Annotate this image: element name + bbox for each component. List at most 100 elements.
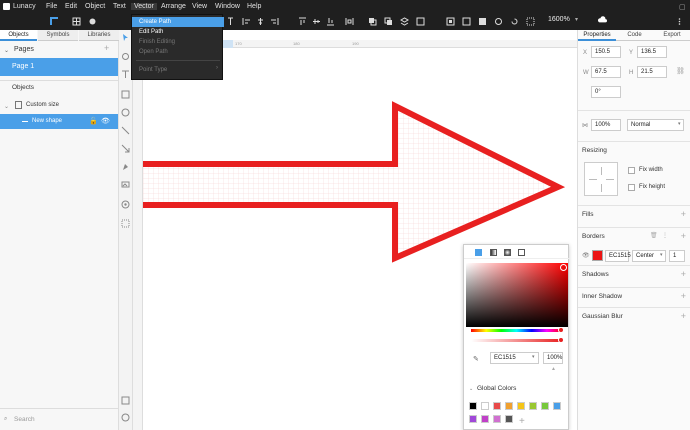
fix-height-checkbox[interactable] [628, 184, 635, 191]
pen-tool-icon[interactable] [121, 162, 130, 171]
align-center-icon[interactable] [256, 17, 265, 26]
opacity-field[interactable]: 100% [591, 119, 621, 131]
add-fill-icon[interactable]: + [681, 209, 686, 219]
bring-forward-icon[interactable] [368, 17, 377, 26]
lock-icon[interactable]: 🔓 [89, 117, 98, 125]
border-visibility-eye-icon[interactable]: 👁 [582, 252, 590, 259]
picker-opacity-field[interactable]: 100% [543, 352, 563, 364]
page-item-page1[interactable]: Page 1 [0, 58, 118, 76]
search-input[interactable]: Search [14, 416, 35, 423]
artboard-tool-icon[interactable] [121, 52, 130, 61]
add-inner-shadow-icon[interactable]: + [681, 291, 686, 301]
align-left-icon[interactable] [242, 17, 251, 26]
text-tool-icon[interactable] [121, 70, 130, 79]
image-tool-icon[interactable] [121, 180, 130, 189]
help-tool-icon[interactable] [121, 413, 130, 422]
layers-icon[interactable] [400, 17, 409, 26]
global-color-swatch[interactable] [481, 415, 489, 423]
radial-gradient-icon[interactable] [504, 249, 511, 256]
menu-arrange[interactable]: Arrange [161, 3, 186, 10]
rectangle-tool-icon[interactable] [121, 90, 130, 99]
saturation-brightness-area[interactable] [466, 263, 568, 327]
layer-row-new-shape[interactable]: New shape 🔓 👁 [0, 114, 118, 129]
cloud-upload-icon[interactable] [598, 15, 609, 24]
tab-objects[interactable]: Objects [0, 30, 37, 41]
global-color-swatch[interactable] [505, 402, 513, 410]
menu-help[interactable]: Help [247, 3, 261, 10]
boolean-union-icon[interactable] [446, 17, 455, 26]
send-backward-icon[interactable] [384, 17, 393, 26]
global-color-swatch[interactable] [481, 402, 489, 410]
symbol-tool-icon[interactable] [121, 200, 130, 209]
add-blur-icon[interactable]: + [681, 311, 686, 321]
grid-icon[interactable] [72, 17, 81, 26]
add-border-icon[interactable]: + [681, 231, 686, 241]
resizing-widget[interactable] [584, 162, 618, 196]
tab-export[interactable]: Export [653, 30, 690, 41]
group-chevron-icon[interactable]: ⌄ [4, 103, 9, 110]
boolean-intersect-icon[interactable] [478, 17, 487, 26]
hue-handle[interactable] [558, 327, 564, 333]
solid-fill-icon[interactable] [475, 249, 482, 256]
pages-chevron-icon[interactable]: ⌄ [4, 47, 9, 54]
width-field[interactable]: 67.5 [591, 66, 621, 78]
tab-properties[interactable]: Properties [578, 30, 616, 41]
pointer-tool-icon[interactable] [121, 33, 130, 42]
line-tool-icon[interactable] [121, 126, 130, 135]
hue-slider[interactable] [471, 327, 564, 333]
slice-tool-icon[interactable] [121, 396, 130, 405]
mask-icon[interactable] [526, 17, 535, 26]
eyedropper-icon[interactable]: ✎ [473, 355, 479, 363]
global-color-swatch[interactable] [517, 402, 525, 410]
menu-item-create-path[interactable]: Create Path [132, 17, 224, 27]
height-field[interactable]: 21.5 [637, 66, 667, 78]
menu-edit[interactable]: Edit [65, 3, 77, 10]
global-color-swatch[interactable] [469, 415, 477, 423]
y-field[interactable]: 136.5 [637, 46, 667, 58]
menu-vector[interactable]: Vector [131, 3, 157, 10]
oval-tool-icon[interactable] [121, 108, 130, 117]
border-width-field[interactable]: 1 [669, 250, 685, 262]
menu-file[interactable]: File [46, 3, 57, 10]
fix-width-checkbox[interactable] [628, 167, 635, 174]
distribute-icon[interactable] [345, 17, 354, 26]
global-colors-chevron-icon[interactable]: ⌄ [469, 386, 473, 392]
align-top-icon[interactable] [298, 17, 307, 26]
global-color-swatch[interactable] [553, 402, 561, 410]
add-shadow-icon[interactable]: + [681, 269, 686, 279]
rotation-field[interactable]: 0° [591, 86, 621, 98]
align-right-icon[interactable] [270, 17, 279, 26]
align-bottom-icon[interactable] [326, 17, 335, 26]
rotate-icon[interactable] [510, 17, 519, 26]
linear-gradient-icon[interactable] [490, 249, 497, 256]
arrange-icon[interactable] [416, 17, 425, 26]
border-color-swatch[interactable] [592, 250, 603, 261]
zoom-level[interactable]: 1600% [548, 16, 570, 23]
menu-item-edit-path[interactable]: Edit Path [132, 27, 224, 37]
global-color-swatch[interactable] [469, 402, 477, 410]
global-color-swatch[interactable] [493, 415, 501, 423]
blend-mode-select[interactable]: Normal [627, 119, 684, 131]
boolean-subtract-icon[interactable] [462, 17, 471, 26]
alpha-handle[interactable] [558, 337, 564, 343]
image-fill-icon[interactable] [518, 249, 525, 256]
x-field[interactable]: 150.5 [591, 46, 621, 58]
arrow-tool-icon[interactable] [121, 144, 130, 153]
tab-libraries[interactable]: Libraries [79, 30, 119, 41]
shapes-icon[interactable] [88, 17, 97, 26]
add-global-color-icon[interactable]: + [519, 416, 525, 427]
global-color-swatch[interactable] [505, 415, 513, 423]
link-icon[interactable]: ⛓ [676, 67, 685, 75]
alpha-slider[interactable] [471, 337, 564, 343]
zoom-dropdown-icon[interactable]: ▾ [575, 16, 578, 23]
menu-view[interactable]: View [192, 3, 207, 10]
hotspot-tool-icon[interactable] [121, 219, 130, 228]
flip-icon[interactable] [494, 17, 503, 26]
tab-code[interactable]: Code [616, 30, 653, 41]
tab-symbols[interactable]: Symbols [38, 30, 78, 41]
layer-group-custom-size[interactable]: Custom size [26, 102, 59, 108]
opacity-adjust-icon[interactable]: ▲ [551, 366, 556, 372]
delete-border-icon[interactable]: 🗑 [650, 232, 658, 239]
window-controls-icon[interactable]: ▢ [679, 3, 686, 11]
global-color-swatch[interactable] [529, 402, 537, 410]
